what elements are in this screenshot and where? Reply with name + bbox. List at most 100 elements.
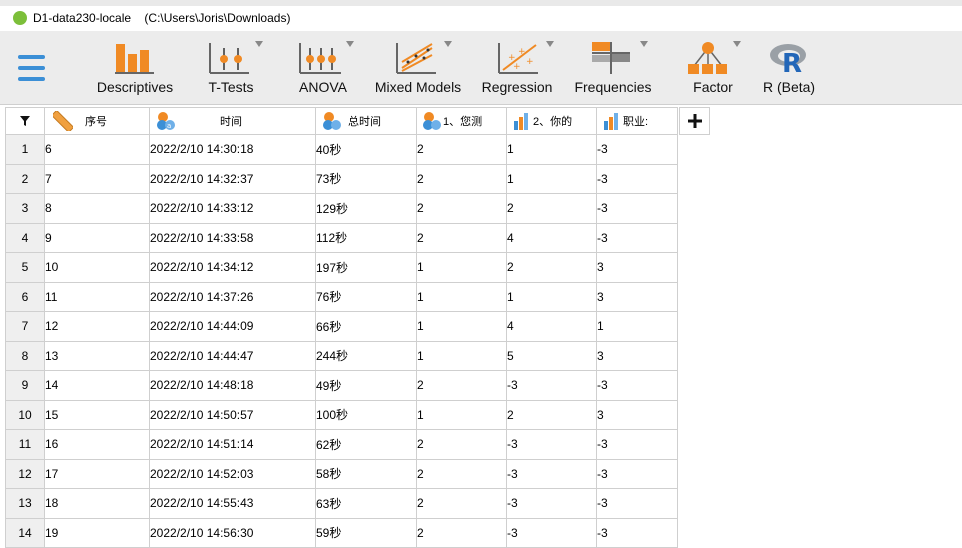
regression-button[interactable]: + + + + Regression	[476, 31, 558, 104]
data-cell[interactable]: 2	[416, 193, 507, 224]
descriptives-button[interactable]: Descriptives	[94, 31, 176, 104]
data-cell[interactable]: 10	[44, 252, 150, 283]
data-cell[interactable]: 40秒	[315, 134, 417, 165]
data-cell[interactable]: 2022/2/10 14:44:09	[149, 311, 316, 342]
data-cell[interactable]: 73秒	[315, 163, 417, 194]
data-cell[interactable]: 16	[44, 429, 150, 460]
data-cell[interactable]: 1	[506, 281, 597, 312]
data-cell[interactable]: 1	[416, 281, 507, 312]
data-cell[interactable]: 2022/2/10 14:34:12	[149, 252, 316, 283]
data-cell[interactable]: 17	[44, 458, 150, 489]
data-cell[interactable]: 3	[596, 252, 678, 283]
data-cell[interactable]: -3	[596, 134, 678, 165]
data-cell[interactable]: 129秒	[315, 193, 417, 224]
data-cell[interactable]: -3	[596, 193, 678, 224]
data-cell[interactable]: 9	[44, 222, 150, 253]
data-cell[interactable]: 7	[44, 163, 150, 194]
data-cell[interactable]: 2	[416, 429, 507, 460]
row-number-cell[interactable]: 11	[5, 429, 45, 460]
data-cell[interactable]: 49秒	[315, 370, 417, 401]
row-number-cell[interactable]: 2	[5, 163, 45, 194]
data-cell[interactable]: 1	[506, 163, 597, 194]
data-cell[interactable]: 2022/2/10 14:56:30	[149, 517, 316, 548]
data-cell[interactable]: 2022/2/10 14:51:14	[149, 429, 316, 460]
row-number-cell[interactable]: 4	[5, 222, 45, 253]
column-header-q1[interactable]: 1、您测	[416, 107, 507, 135]
data-cell[interactable]: -3	[596, 517, 678, 548]
row-number-cell[interactable]: 3	[5, 193, 45, 224]
data-cell[interactable]: 76秒	[315, 281, 417, 312]
data-cell[interactable]: 244秒	[315, 340, 417, 371]
row-number-cell[interactable]: 10	[5, 399, 45, 430]
frequencies-button[interactable]: Frequencies	[570, 31, 656, 104]
data-cell[interactable]: 2	[506, 399, 597, 430]
data-cell[interactable]: -3	[506, 370, 597, 401]
data-cell[interactable]: 59秒	[315, 517, 417, 548]
data-cell[interactable]: 3	[596, 340, 678, 371]
column-header-q2[interactable]: 2、你的	[506, 107, 597, 135]
data-cell[interactable]: 2022/2/10 14:33:58	[149, 222, 316, 253]
data-cell[interactable]: 11	[44, 281, 150, 312]
data-cell[interactable]: 18	[44, 488, 150, 519]
data-cell[interactable]: 3	[596, 281, 678, 312]
data-cell[interactable]: 4	[506, 222, 597, 253]
column-header-zhiye[interactable]: 职业:	[596, 107, 678, 135]
row-number-cell[interactable]: 5	[5, 252, 45, 283]
data-cell[interactable]: -3	[596, 488, 678, 519]
data-cell[interactable]: 2022/2/10 14:30:18	[149, 134, 316, 165]
data-cell[interactable]: 2022/2/10 14:37:26	[149, 281, 316, 312]
data-cell[interactable]: -3	[596, 370, 678, 401]
column-header-shijian[interactable]: a 时间	[149, 107, 316, 135]
factor-button[interactable]: Factor	[680, 31, 746, 104]
data-cell[interactable]: -3	[506, 488, 597, 519]
row-number-cell[interactable]: 14	[5, 517, 45, 548]
row-number-cell[interactable]: 6	[5, 281, 45, 312]
filter-icon[interactable]	[7, 109, 44, 134]
row-number-cell[interactable]: 12	[5, 458, 45, 489]
data-cell[interactable]: 2	[416, 517, 507, 548]
data-cell[interactable]: -3	[596, 458, 678, 489]
data-cell[interactable]: 2	[416, 488, 507, 519]
data-cell[interactable]: -3	[506, 458, 597, 489]
data-cell[interactable]: 2	[506, 193, 597, 224]
data-cell[interactable]: 2	[506, 252, 597, 283]
data-cell[interactable]: 2	[416, 222, 507, 253]
data-cell[interactable]: 4	[506, 311, 597, 342]
data-cell[interactable]: 197秒	[315, 252, 417, 283]
add-column-button[interactable]	[679, 107, 710, 135]
row-number-cell[interactable]: 8	[5, 340, 45, 371]
data-cell[interactable]: 6	[44, 134, 150, 165]
data-cell[interactable]: 2022/2/10 14:44:47	[149, 340, 316, 371]
data-cell[interactable]: -3	[506, 429, 597, 460]
data-cell[interactable]: 2022/2/10 14:52:03	[149, 458, 316, 489]
data-cell[interactable]: -3	[596, 429, 678, 460]
data-cell[interactable]: 1	[416, 311, 507, 342]
data-cell[interactable]: 2022/2/10 14:32:37	[149, 163, 316, 194]
t-tests-button[interactable]: T-Tests	[198, 31, 264, 104]
data-cell[interactable]: 2022/2/10 14:33:12	[149, 193, 316, 224]
data-cell[interactable]: 112秒	[315, 222, 417, 253]
data-cell[interactable]: 19	[44, 517, 150, 548]
mixed-models-button[interactable]: Mixed Models	[370, 31, 466, 104]
filter-header-cell[interactable]	[5, 107, 45, 135]
data-cell[interactable]: 1	[506, 134, 597, 165]
data-cell[interactable]: 1	[416, 252, 507, 283]
data-cell[interactable]: -3	[506, 517, 597, 548]
data-cell[interactable]: 1	[596, 311, 678, 342]
row-number-cell[interactable]: 13	[5, 488, 45, 519]
row-number-cell[interactable]: 9	[5, 370, 45, 401]
column-header-zongshijian[interactable]: 总时间	[315, 107, 417, 135]
data-cell[interactable]: 100秒	[315, 399, 417, 430]
r-beta-button[interactable]: R R (Beta)	[756, 31, 822, 104]
data-cell[interactable]: 2022/2/10 14:50:57	[149, 399, 316, 430]
data-cell[interactable]: 66秒	[315, 311, 417, 342]
data-cell[interactable]: 15	[44, 399, 150, 430]
data-cell[interactable]: 58秒	[315, 458, 417, 489]
data-cell[interactable]: -3	[596, 222, 678, 253]
data-cell[interactable]: 3	[596, 399, 678, 430]
data-cell[interactable]: 2	[416, 370, 507, 401]
data-cell[interactable]: 63秒	[315, 488, 417, 519]
row-number-cell[interactable]: 1	[5, 134, 45, 165]
row-number-cell[interactable]: 7	[5, 311, 45, 342]
data-cell[interactable]: 2	[416, 163, 507, 194]
